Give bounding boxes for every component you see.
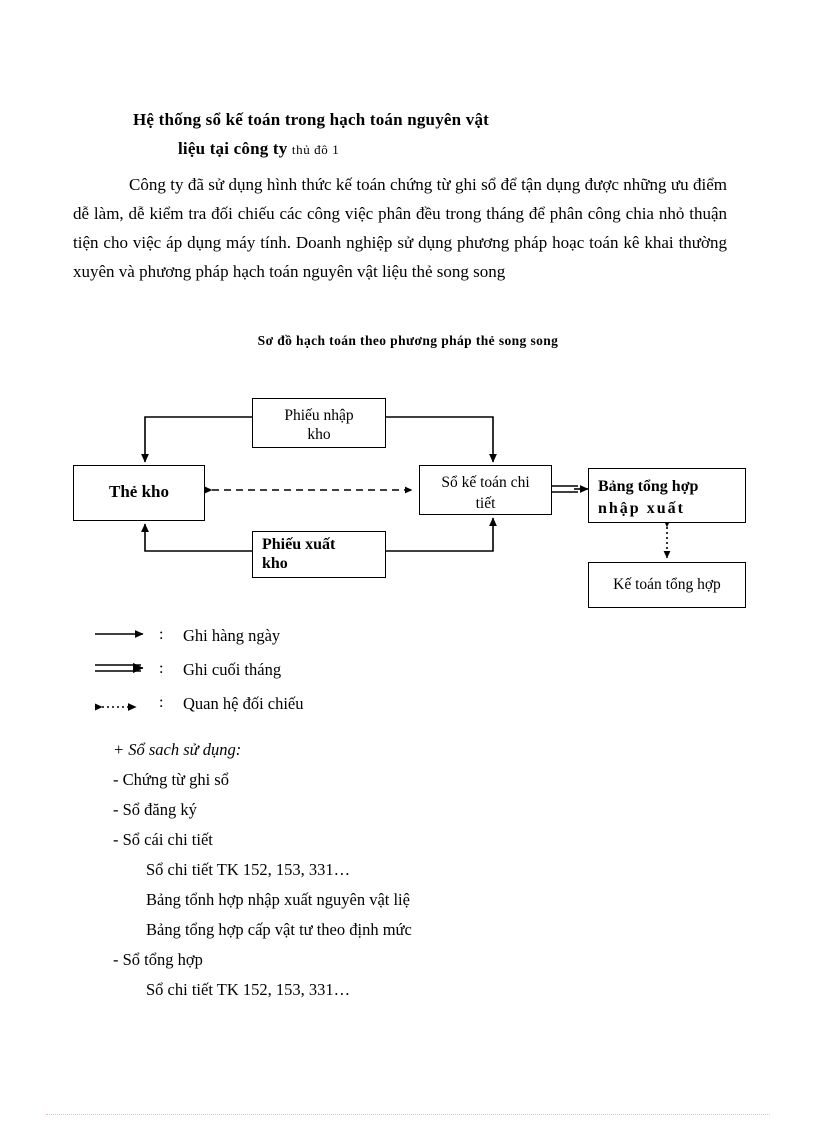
list-item: - Sổ cái chi tiết — [113, 830, 213, 849]
footer-divider — [46, 1114, 770, 1115]
node-label-line2: nhập xuất — [598, 500, 685, 517]
diagram-node-so-ke-toan-chi-tiet: Sổ kế toán chi tiết — [419, 465, 552, 515]
solid-arrow-right-icon — [95, 630, 144, 638]
document-title-line-2: liệu tại công ty thủ đô 1 — [178, 139, 339, 159]
node-label-line1: Kế toán tổng hợp — [613, 576, 721, 593]
double-arrow-right-icon — [95, 662, 144, 674]
book-list-heading: + Sổ sach sử dụng: — [113, 740, 242, 759]
node-label-line1: Bảng tổng hợp — [598, 478, 699, 495]
legend-row-ghi-cuoi-thang: : Ghi cuối tháng — [95, 657, 515, 691]
body-paragraph: Công ty đã sử dụng hình thức kế toán chứ… — [73, 175, 727, 281]
list-item: Sổ chi tiết TK 152, 153, 331… — [146, 860, 351, 879]
diagram-node-ke-toan-tong-hop: Kế toán tổng hợp — [588, 562, 746, 608]
legend-row-ghi-hang-ngay: : Ghi hàng ngày — [95, 623, 515, 657]
list-item: Bảng tổnh hợp nhập xuất nguyên vật liệ — [146, 890, 410, 909]
node-label-line1: Thẻ kho — [109, 482, 169, 501]
list-item: Sổ chi tiết TK 152, 153, 331… — [146, 980, 351, 999]
diagram-node-the-kho: Thẻ kho — [73, 465, 205, 521]
diagram-node-phieu-nhap-kho: Phiếu nhập kho — [252, 398, 386, 448]
diagram-node-phieu-xuat-kho: Phiếu xuất kho — [252, 531, 386, 578]
document-title-line-1: Hệ thống sổ kế toán trong hạch toán nguy… — [133, 110, 490, 129]
diagram-node-bang-tong-hop-nhap-xuat: Bảng tổng hợp nhập xuất — [588, 468, 746, 523]
legend-label: Quan hệ đối chiếu — [183, 694, 304, 713]
legend-colon: : — [159, 694, 164, 711]
node-label-line1: Sổ kế toán chi — [441, 474, 530, 491]
diagram-caption: Sơ đồ hạch toán theo phương pháp thẻ son… — [257, 333, 559, 348]
document-page: Hệ thống sổ kế toán trong hạch toán nguy… — [0, 0, 816, 1123]
list-item: Bảng tổng hợp cấp vật tư theo định mức — [146, 920, 412, 939]
list-item: - Sổ đăng ký — [113, 800, 197, 819]
list-item: - Chứng từ ghi sổ — [113, 770, 229, 789]
legend-colon: : — [159, 660, 164, 677]
node-label-line2: kho — [262, 555, 288, 572]
document-title-line-2-main: liệu tại công ty — [178, 139, 288, 158]
legend-label: Ghi cuối tháng — [183, 660, 282, 679]
dotted-double-headed-arrow-icon — [95, 703, 137, 711]
document-title-line-2-suffix: thủ đô 1 — [291, 142, 340, 157]
list-item: - Sổ tổng hợp — [113, 950, 203, 969]
node-label-line1: Phiếu xuất — [262, 536, 336, 553]
book-list: + Sổ sach sử dụng: - Chứng từ ghi sổ - S… — [113, 735, 633, 1005]
node-label-line1: Phiếu nhập — [284, 407, 354, 424]
legend-row-quan-he-doi-chieu: : Quan hệ đối chiếu — [95, 691, 515, 725]
legend-label: Ghi hàng ngày — [183, 626, 281, 645]
diagram-legend: : Ghi hàng ngày : Ghi cuối tháng: Quan … — [95, 623, 515, 725]
node-label-line2: tiết — [475, 495, 496, 512]
legend-colon: : — [159, 626, 164, 643]
node-label-line2: kho — [307, 426, 331, 443]
